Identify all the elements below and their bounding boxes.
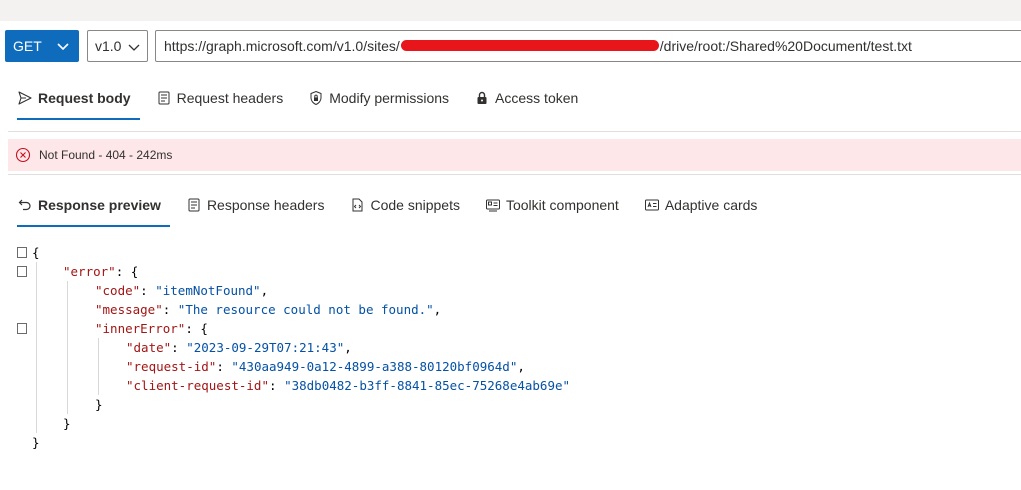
version-label: v1.0 [95, 38, 122, 54]
url-suffix: /drive/root:/Shared%20Document/test.txt [659, 38, 912, 54]
code-line: "error": { [0, 262, 1021, 281]
code-line: "date": "2023-09-29T07:21:43", [126, 340, 352, 355]
fold-toggle[interactable] [17, 247, 27, 258]
toolkit-icon [485, 199, 500, 212]
tab-code-snippets[interactable]: Code snippets [340, 185, 469, 225]
code-line: "request-id": "430aa949-0a12-4899-a388-8… [126, 359, 525, 374]
send-icon [18, 91, 32, 105]
headers-icon [158, 91, 170, 105]
code-line: "code": "itemNotFound", [95, 283, 269, 298]
undo-arrow-icon [18, 199, 31, 211]
code-line: } [95, 397, 103, 412]
redaction-mark [400, 39, 659, 51]
tab-toolkit-component[interactable]: Toolkit component [476, 185, 628, 225]
status-message-bar: Not Found - 404 - 242ms [8, 139, 1021, 171]
response-tabs: Response preview Response headers Code s… [8, 185, 773, 231]
code-line: } [63, 416, 71, 431]
code-snippet-icon [352, 198, 363, 212]
lock-icon [477, 91, 487, 104]
url-prefix: https://graph.microsoft.com/v1.0/sites/ [164, 38, 400, 54]
version-dropdown[interactable]: v1.0 [87, 30, 148, 62]
chevron-down-icon [57, 43, 69, 51]
tab-request-headers[interactable]: Request headers [147, 78, 293, 118]
request-tabs: Request body Request headers Modify perm… [8, 78, 594, 124]
status-text: Not Found - 404 - 242ms [39, 148, 173, 162]
code-line: "innerError": { [0, 319, 1021, 338]
code-line: { [0, 243, 1021, 262]
error-circle-icon [15, 147, 31, 163]
divider [8, 174, 1021, 175]
url-input[interactable]: https://graph.microsoft.com/v1.0/sites/ /… [155, 30, 1021, 62]
tab-response-headers[interactable]: Response headers [177, 185, 334, 225]
code-line: "client-request-id": "38db0482-b3ff-8841… [126, 378, 571, 393]
tab-modify-permissions[interactable]: Modify permissions [299, 78, 458, 118]
tab-access-token[interactable]: Access token [465, 78, 587, 118]
fold-toggle[interactable] [17, 323, 27, 334]
tab-response-preview[interactable]: Response preview [8, 185, 170, 227]
code-line: } [32, 435, 40, 450]
tab-request-body[interactable]: Request body [8, 78, 140, 120]
json-response-viewer: { "error": { "code": "itemNotFound", "me… [0, 243, 1021, 452]
fold-toggle[interactable] [17, 266, 27, 277]
divider [8, 131, 1021, 132]
tab-adaptive-cards[interactable]: Adaptive cards [635, 185, 767, 225]
top-strip [0, 0, 1021, 21]
http-method-label: GET [13, 38, 42, 54]
chevron-down-icon [128, 44, 140, 51]
http-method-dropdown[interactable]: GET [5, 30, 79, 62]
code-line: "message": "The resource could not be fo… [95, 302, 442, 317]
headers-icon [188, 198, 200, 212]
shield-lock-icon [310, 90, 322, 106]
adaptive-card-icon [644, 199, 659, 211]
